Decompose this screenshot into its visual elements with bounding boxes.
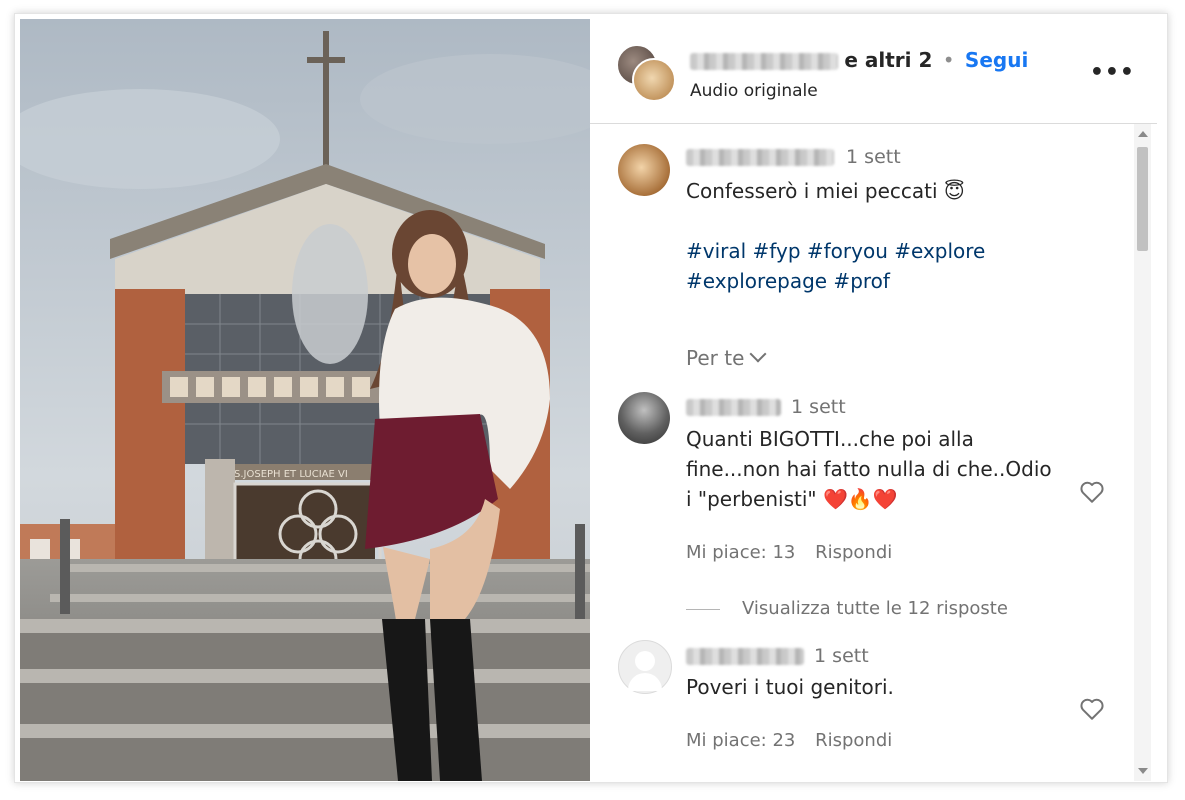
post-photo: S.JOSEPH ET LUCIAE VI — [20, 19, 590, 781]
comment-time[interactable]: 1 sett — [791, 396, 846, 418]
comment-text-line: i "perbenisti" ❤️🔥❤️ — [686, 487, 898, 511]
translation-toggle-label: Per te — [686, 346, 745, 370]
comment-username-blurred[interactable] — [686, 399, 781, 416]
comment-text-line: Quanti BIGOTTI...che poi alla — [686, 427, 974, 451]
view-replies-button[interactable]: Visualizza tutte le 12 risposte — [686, 598, 1008, 619]
follow-button[interactable]: Segui — [965, 48, 1028, 72]
translation-toggle[interactable]: Per te — [686, 345, 767, 370]
caption-text: Confesserò i miei peccati 😇 — [686, 179, 965, 203]
avatar[interactable] — [618, 640, 672, 694]
caption-hashtags[interactable]: #viral #fyp #foryou #explore — [686, 236, 985, 266]
building-inscription: S.JOSEPH ET LUCIAE VI — [234, 469, 348, 480]
comment-text: Quanti BIGOTTI...che poi alla fine...non… — [686, 424, 1066, 514]
reply-button[interactable]: Rispondi — [815, 542, 892, 563]
comment-username-blurred[interactable] — [686, 648, 804, 665]
scroll-up-icon[interactable] — [1138, 131, 1148, 137]
divider — [686, 608, 720, 610]
avatar[interactable] — [618, 392, 670, 444]
co-authors-link[interactable]: e altri 2 — [844, 48, 932, 72]
chevron-down-icon — [749, 345, 767, 363]
comments-list[interactable]: 1 sett Confesserò i miei peccati 😇 #vira… — [590, 124, 1157, 781]
avatar[interactable] — [618, 144, 670, 196]
scrollbar[interactable] — [1134, 124, 1151, 781]
comment-time[interactable]: 1 sett — [814, 645, 869, 667]
scroll-down-icon[interactable] — [1138, 768, 1148, 774]
heart-icon[interactable] — [1079, 697, 1105, 721]
post-media[interactable]: S.JOSEPH ET LUCIAE VI — [20, 19, 590, 781]
comment-text: Poveri i tuoi genitori. — [686, 675, 894, 699]
post-dialog: S.JOSEPH ET LUCIAE VI e altri 2 • Segui … — [14, 13, 1168, 783]
post-side-panel: e altri 2 • Segui Audio originale ••• 1 … — [590, 19, 1157, 781]
separator-dot: • — [942, 48, 955, 72]
comment-likes[interactable]: Mi piace: 13 — [686, 542, 795, 563]
audio-link[interactable]: Audio originale — [690, 81, 818, 101]
comment-text-line: fine...non hai fatto nulla di che..Odio — [686, 457, 1052, 481]
avatar[interactable] — [632, 58, 676, 102]
more-options-icon[interactable]: ••• — [1090, 62, 1135, 84]
caption-hashtags[interactable]: #explorepage #prof — [686, 266, 890, 296]
reply-button[interactable]: Rispondi — [815, 730, 892, 751]
post-header: e altri 2 • Segui Audio originale ••• — [590, 19, 1157, 124]
caption-time[interactable]: 1 sett — [846, 146, 901, 168]
heart-icon[interactable] — [1079, 480, 1105, 504]
author-username-blurred[interactable] — [690, 53, 838, 70]
caption-username-blurred[interactable] — [686, 149, 834, 166]
scroll-thumb[interactable] — [1137, 147, 1148, 251]
view-replies-label: Visualizza tutte le 12 risposte — [742, 598, 1008, 619]
comment-likes[interactable]: Mi piace: 23 — [686, 730, 795, 751]
author-avatars[interactable] — [616, 44, 676, 104]
